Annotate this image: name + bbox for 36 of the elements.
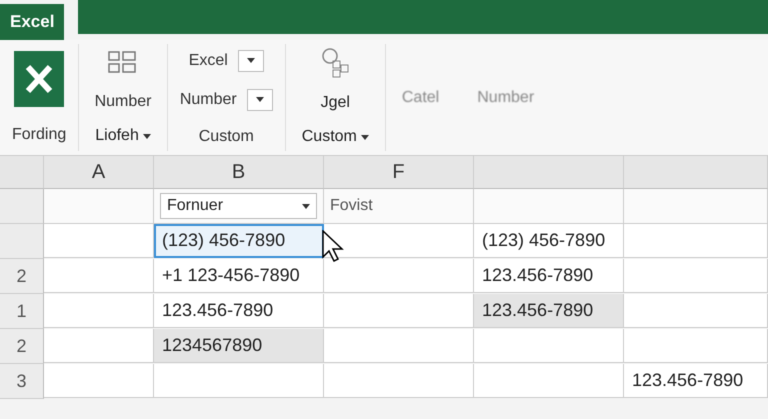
caret-icon	[256, 97, 264, 102]
group-label: Fording	[12, 126, 66, 144]
custom-menu-button[interactable]: Custom	[298, 126, 373, 148]
column-header[interactable]: B	[154, 156, 324, 189]
table-cell[interactable]: 123.456-7890	[474, 259, 624, 293]
pointer-cursor-icon	[322, 230, 344, 262]
column-header[interactable]: F	[324, 156, 474, 189]
dropdown-button[interactable]	[246, 88, 273, 110]
table-cell[interactable]: 1234567890	[154, 329, 324, 363]
row-header[interactable]: 2	[0, 259, 44, 294]
column-header[interactable]: A	[44, 156, 154, 189]
filter-dropdown[interactable]: Fornuer	[160, 193, 317, 219]
caret-icon	[302, 204, 310, 208]
row-header[interactable]: 2	[0, 329, 44, 364]
caret-icon	[246, 58, 255, 63]
row-header[interactable]: 3	[0, 364, 44, 399]
spreadsheet-logo-icon[interactable]	[14, 50, 64, 107]
table-cell[interactable]: (123) 456-7890	[474, 224, 624, 258]
dropdown-button[interactable]	[238, 50, 264, 72]
caret-icon	[142, 134, 151, 139]
table-cell[interactable]: 123.456-7890	[154, 294, 324, 328]
table-cell[interactable]: (123) 456-7890	[154, 224, 324, 258]
row-header[interactable]: 1	[0, 294, 44, 329]
format-label: Custom	[198, 128, 254, 146]
app-tab[interactable]: Excel	[0, 4, 64, 40]
format-label: Number	[180, 90, 237, 108]
format-label: Excel	[188, 52, 228, 70]
table-cell[interactable]: 123.456-7890	[474, 294, 624, 328]
style-button[interactable]: Jgel	[316, 92, 354, 114]
table-cell[interactable]: +1 123-456-7890	[154, 259, 324, 293]
format-menu-button[interactable]: Liofeh	[91, 125, 155, 148]
filter-label: Fovist	[330, 197, 373, 215]
number-label: Number	[94, 93, 152, 112]
row-header	[0, 189, 44, 224]
caret-icon	[360, 134, 369, 140]
table-cell[interactable]: 123.456-7890	[624, 364, 768, 398]
